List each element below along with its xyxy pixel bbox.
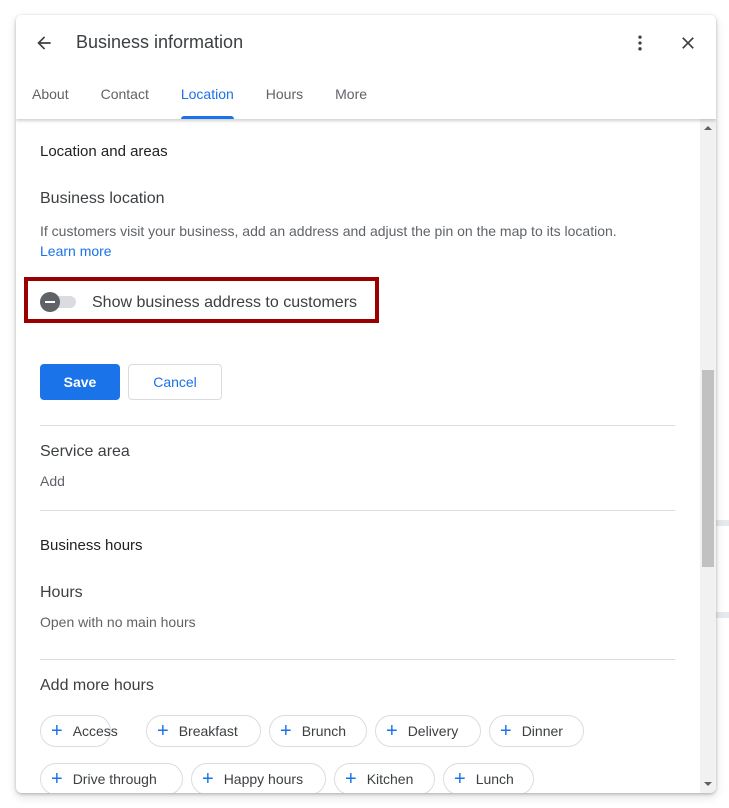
plus-icon: + (157, 720, 169, 742)
plus-icon: + (202, 768, 214, 790)
chip-label: Access (72, 723, 118, 739)
scroll-thumb[interactable] (702, 370, 714, 567)
minus-icon (45, 301, 55, 303)
chip-kitchen[interactable]: + Kitchen (334, 763, 435, 793)
business-location-title: Business location (40, 190, 165, 207)
business-location-description: If customers visit your business, add an… (40, 221, 660, 261)
more-vert-icon (638, 35, 642, 51)
close-icon (682, 37, 694, 49)
scroll-down-arrow-icon[interactable] (704, 782, 712, 786)
plus-icon: + (386, 720, 398, 742)
close-button[interactable] (672, 27, 704, 59)
divider (40, 510, 675, 511)
divider (40, 659, 675, 660)
section-title-business-hours: Business hours (40, 537, 143, 554)
dialog-header: Business information About Contact Locat… (16, 15, 716, 119)
chip-label: Brunch (301, 723, 347, 739)
tab-contact[interactable]: Contact (101, 79, 149, 119)
chip-label: Lunch (475, 771, 514, 787)
plus-icon: + (500, 720, 512, 742)
plus-icon: + (51, 768, 63, 790)
description-text: If customers visit your business, add an… (40, 223, 617, 239)
background-strip (716, 612, 729, 618)
chip-delivery[interactable]: + Delivery (375, 715, 481, 747)
plus-icon: + (345, 768, 357, 790)
chip-label: Dinner (521, 723, 563, 739)
plus-icon: + (454, 768, 466, 790)
chip-label: Kitchen (366, 771, 414, 787)
tab-about[interactable]: About (32, 79, 69, 119)
chip-happy-hours[interactable]: + Happy hours (191, 763, 326, 793)
dialog-title: Business information (76, 32, 244, 52)
chip-drive-through[interactable]: + Drive through (40, 763, 183, 793)
tab-hours[interactable]: Hours (266, 79, 303, 119)
business-information-dialog: Business information About Contact Locat… (16, 15, 716, 793)
cancel-button[interactable]: Cancel (128, 364, 222, 400)
hours-value: Open with no main hours (40, 614, 196, 630)
scroll-up-arrow-icon[interactable] (704, 126, 712, 130)
save-button[interactable]: Save (40, 364, 120, 400)
more-options-button[interactable] (624, 27, 656, 59)
chip-dinner[interactable]: + Dinner (489, 715, 584, 747)
service-area-add[interactable]: Add (40, 473, 65, 489)
add-more-hours-title: Add more hours (40, 677, 154, 694)
plus-icon: + (280, 720, 292, 742)
chip-label: Delivery (407, 723, 459, 739)
toggle-knob (40, 292, 60, 312)
service-area-title: Service area (40, 443, 130, 460)
show-address-toggle[interactable] (40, 292, 76, 312)
plus-icon: + (51, 720, 63, 742)
chip-brunch[interactable]: + Brunch (269, 715, 367, 747)
back-button[interactable] (28, 27, 60, 59)
scrollbar[interactable] (700, 119, 716, 793)
chip-label: Drive through (72, 771, 157, 787)
chip-access[interactable]: + Access (40, 715, 118, 747)
section-title-location: Location and areas (40, 143, 168, 160)
toggle-label: Show business address to customers (92, 294, 358, 311)
learn-more-link[interactable]: Learn more (40, 243, 112, 259)
tab-more[interactable]: More (335, 79, 367, 119)
arrow-left-icon (37, 36, 51, 50)
chip-label: Happy hours (223, 771, 304, 787)
hours-title: Hours (40, 584, 83, 601)
divider (40, 425, 675, 426)
tab-location[interactable]: Location (180, 79, 234, 119)
tab-bar: About Contact Location Hours More (16, 79, 367, 119)
chip-lunch[interactable]: + Lunch (443, 763, 534, 793)
chip-label: Breakfast (178, 723, 238, 739)
background-strip (716, 520, 729, 526)
chip-breakfast[interactable]: + Breakfast (146, 715, 261, 747)
dialog-content: Location and areas Business location If … (16, 119, 700, 793)
